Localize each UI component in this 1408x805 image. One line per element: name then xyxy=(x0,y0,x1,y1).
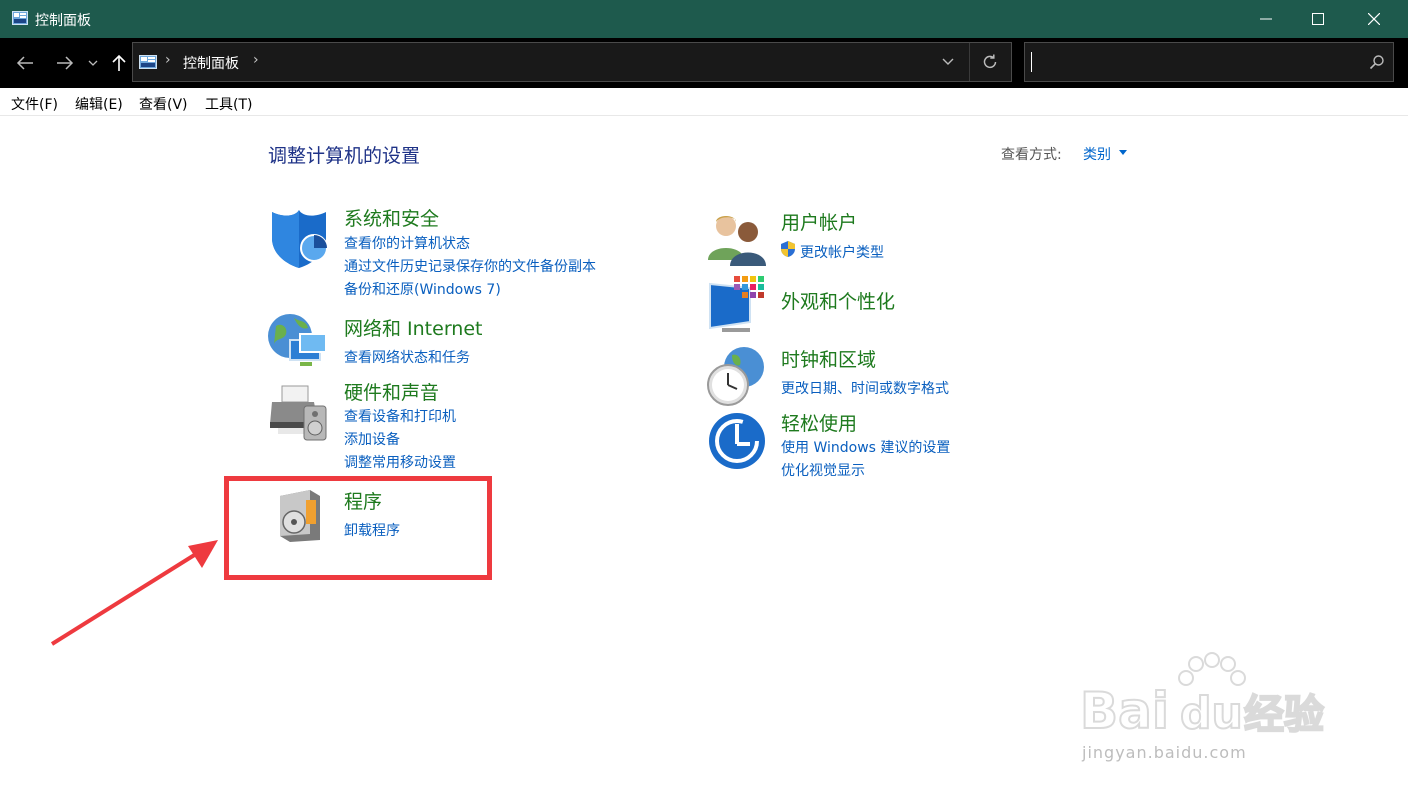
appearance-icon[interactable] xyxy=(708,274,770,336)
category-network-internet[interactable]: 网络和 Internet xyxy=(344,314,482,341)
category-hardware-sound[interactable]: 硬件和声音 xyxy=(344,378,439,405)
svg-text:du: du xyxy=(1180,688,1243,739)
watermark-url: jingyan.baidu.com xyxy=(1082,743,1247,762)
refresh-icon[interactable] xyxy=(981,53,999,71)
window-title: 控制面板 xyxy=(35,13,91,29)
menu-tools[interactable]: 工具(T) xyxy=(205,94,252,114)
up-button[interactable] xyxy=(108,50,130,76)
menu-edit[interactable]: 编辑(E) xyxy=(75,94,123,114)
menu-bar: 文件(F) 编辑(E) 查看(V) 工具(T) xyxy=(0,88,1408,116)
recent-locations-button[interactable] xyxy=(84,50,102,76)
view-by-label: 查看方式: xyxy=(1001,147,1062,163)
category-ease-of-access[interactable]: 轻松使用 xyxy=(781,409,857,436)
svg-text:Bai: Bai xyxy=(1080,682,1169,740)
link-change-date-time-format[interactable]: 更改日期、时间或数字格式 xyxy=(781,378,949,398)
user-accounts-icon[interactable] xyxy=(706,208,768,270)
maximize-icon xyxy=(1312,13,1324,25)
arrow-up-icon xyxy=(112,54,126,71)
search-box[interactable] xyxy=(1024,42,1394,82)
close-icon xyxy=(1368,13,1380,25)
address-bar[interactable]: › 控制面板 › xyxy=(132,42,1012,82)
breadcrumb-control-panel[interactable]: 控制面板 xyxy=(183,53,239,73)
search-input[interactable] xyxy=(1031,49,1351,75)
arrow-left-icon xyxy=(16,56,33,70)
control-panel-icon xyxy=(12,11,28,25)
view-by-dropdown[interactable]: 类别 xyxy=(1083,144,1111,164)
chevron-down-icon xyxy=(88,60,98,66)
minimize-icon xyxy=(1260,18,1272,20)
search-icon[interactable] xyxy=(1369,54,1385,70)
forward-button[interactable] xyxy=(52,50,78,76)
caret-down-icon[interactable] xyxy=(1119,150,1127,155)
menu-view[interactable]: 查看(V) xyxy=(139,94,188,114)
arrow-right-icon xyxy=(57,56,74,70)
link-change-account-type[interactable]: 更改帐户类型 xyxy=(800,242,884,262)
divider xyxy=(969,43,970,81)
page-title: 调整计算机的设置 xyxy=(268,145,421,167)
link-mobility-settings[interactable]: 调整常用移动设置 xyxy=(344,452,456,472)
control-panel-icon xyxy=(139,55,157,69)
menu-file[interactable]: 文件(F) xyxy=(11,94,58,114)
chevron-right-icon[interactable]: › xyxy=(253,52,259,68)
link-devices-printers[interactable]: 查看设备和打印机 xyxy=(344,406,456,426)
back-button[interactable] xyxy=(12,50,38,76)
shield-icon[interactable] xyxy=(268,208,330,270)
link-optimize-visual-display[interactable]: 优化视觉显示 xyxy=(781,460,865,480)
printer-speaker-icon[interactable] xyxy=(268,384,330,446)
category-system-security[interactable]: 系统和安全 xyxy=(344,204,439,231)
chevron-down-icon[interactable] xyxy=(941,55,955,67)
link-file-history-backup[interactable]: 通过文件历史记录保存你的文件备份副本 xyxy=(344,256,596,276)
link-backup-restore[interactable]: 备份和还原(Windows 7) xyxy=(344,279,501,299)
category-clock-region[interactable]: 时钟和区域 xyxy=(781,345,876,372)
annotation-arrow xyxy=(50,540,218,646)
svg-text:经验: 经验 xyxy=(1244,692,1324,738)
network-globe-icon[interactable] xyxy=(266,310,328,372)
minimize-button[interactable] xyxy=(1240,0,1292,38)
close-button[interactable] xyxy=(1348,0,1400,38)
link-add-device[interactable]: 添加设备 xyxy=(344,429,400,449)
chevron-right-icon[interactable]: › xyxy=(165,52,171,68)
annotation-highlight-box xyxy=(224,476,492,580)
ease-of-access-icon[interactable] xyxy=(708,410,770,472)
clock-globe-icon[interactable] xyxy=(706,345,768,407)
uac-shield-icon xyxy=(781,241,795,257)
title-bar: 控制面板 xyxy=(0,0,1408,38)
link-view-computer-status[interactable]: 查看你的计算机状态 xyxy=(344,233,470,253)
link-network-status[interactable]: 查看网络状态和任务 xyxy=(344,347,470,367)
category-user-accounts[interactable]: 用户帐户 xyxy=(781,208,857,235)
text-cursor xyxy=(1031,52,1032,72)
maximize-button[interactable] xyxy=(1292,0,1344,38)
link-recommended-settings[interactable]: 使用 Windows 建议的设置 xyxy=(781,437,950,457)
category-appearance-personalization[interactable]: 外观和个性化 xyxy=(781,287,895,314)
baidu-jingyan-logo: Bai du 经验 xyxy=(1079,652,1325,740)
